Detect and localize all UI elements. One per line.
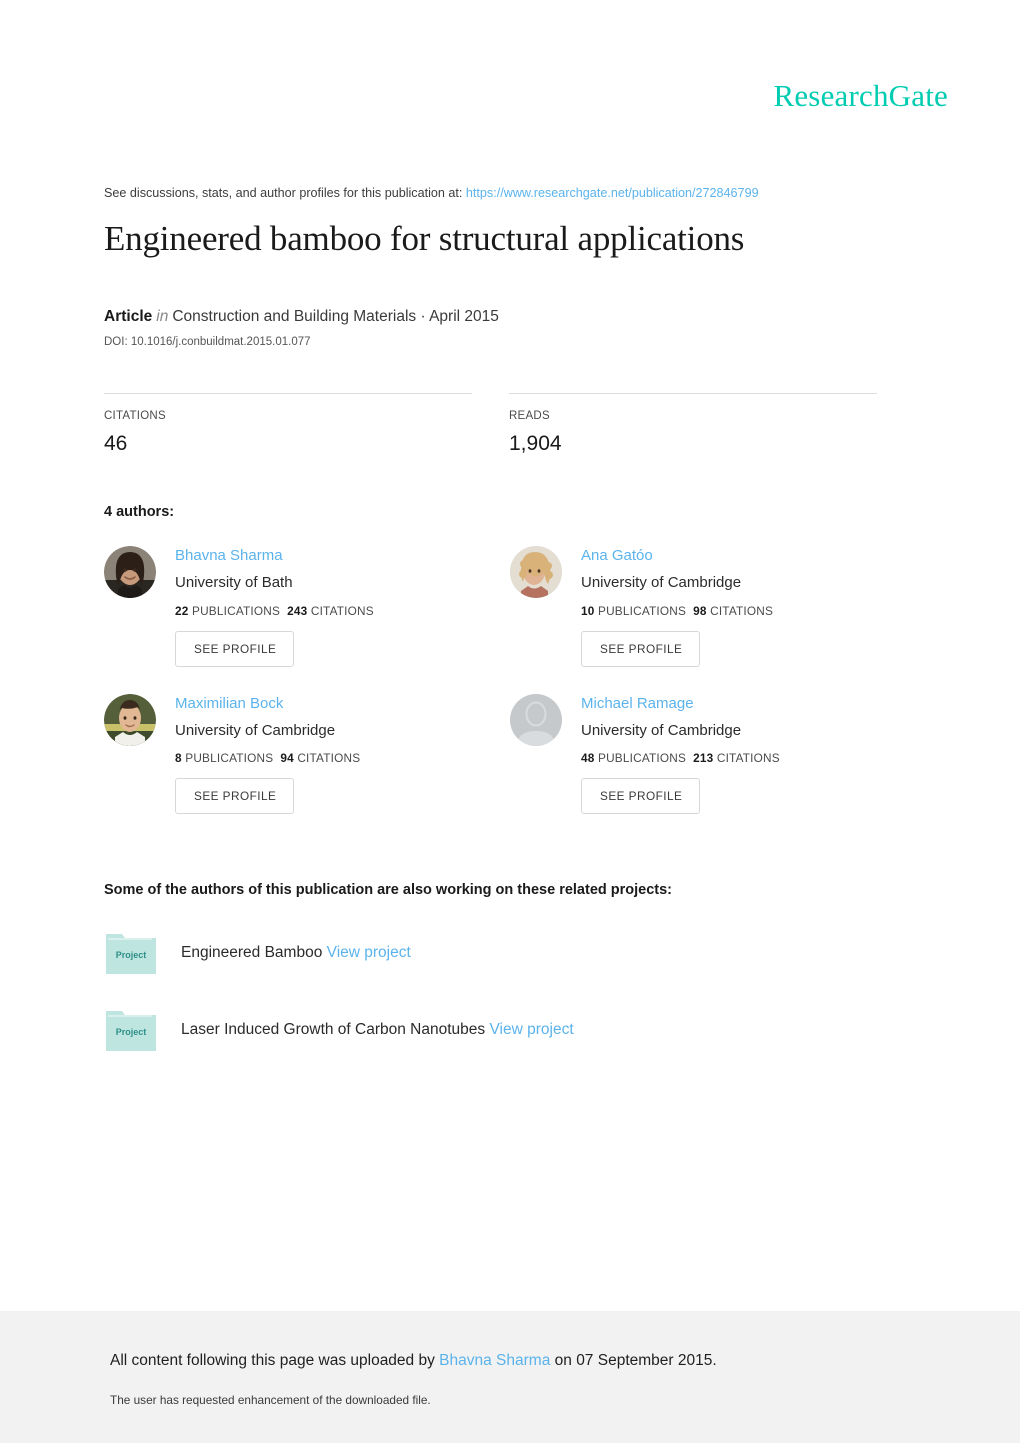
- publications-label: PUBLICATIONS: [598, 603, 687, 618]
- upload-prefix-text: All content following this page was uplo…: [110, 1352, 435, 1369]
- author-citations-count: 213: [693, 751, 714, 766]
- stat-label: CITATIONS: [104, 410, 166, 423]
- uploader-link[interactable]: Bhavna Sharma: [439, 1352, 550, 1369]
- project-text: Engineered Bamboo View project: [181, 944, 411, 963]
- citations-label: CITATIONS: [310, 603, 374, 618]
- stat-value: 46: [104, 432, 128, 456]
- avatar-photo-icon: [510, 546, 562, 599]
- project-title: Engineered Bamboo: [181, 944, 323, 962]
- publications-label: PUBLICATIONS: [185, 751, 274, 766]
- stat-reads: READS 1,904: [509, 393, 877, 456]
- project-row: Project Engineered Bamboo View project: [104, 930, 916, 976]
- see-profile-button[interactable]: SEE PROFILE: [175, 630, 295, 667]
- author-publications-count: 8: [175, 751, 182, 766]
- author-body: Ana Gatóo University of Cambridge 10 PUB…: [581, 546, 773, 667]
- author-affiliation: University of Cambridge: [581, 574, 742, 592]
- upload-suffix-text: on 07 September 2015.: [554, 1352, 717, 1369]
- author-publications-count: 10: [581, 603, 595, 618]
- avatar-photo-icon: [104, 546, 156, 599]
- author-stats: 48 PUBLICATIONS 213 CITATIONS: [581, 751, 780, 765]
- project-folder-icon[interactable]: Project: [104, 1007, 158, 1053]
- author-affiliation: University of Bath: [175, 574, 293, 592]
- projects-heading: Some of the authors of this publication …: [104, 882, 673, 899]
- publication-page: ResearchGate See discussions, stats, and…: [0, 0, 1020, 1443]
- citations-label: CITATIONS: [716, 751, 780, 766]
- author-stats: 10 PUBLICATIONS 98 CITATIONS: [581, 604, 773, 618]
- content-column: See discussions, stats, and author profi…: [104, 0, 916, 1053]
- view-project-link[interactable]: View project: [327, 944, 411, 961]
- author-card: Ana Gatóo University of Cambridge 10 PUB…: [510, 546, 916, 667]
- publications-label: PUBLICATIONS: [192, 603, 281, 618]
- avatar[interactable]: [104, 693, 156, 746]
- project-text: Laser Induced Growth of Carbon Nanotubes…: [181, 1021, 574, 1040]
- citations-label: CITATIONS: [710, 603, 774, 618]
- article-type-label: Article: [104, 308, 153, 326]
- view-project-link[interactable]: View project: [489, 1021, 573, 1038]
- article-doi: DOI: 10.1016/j.conbuildmat.2015.01.077: [104, 336, 311, 349]
- stat-citations: CITATIONS 46: [104, 393, 472, 456]
- author-publications-count: 22: [175, 603, 189, 618]
- author-citations-count: 94: [280, 751, 294, 766]
- page-title: Engineered bamboo for structural applica…: [104, 219, 745, 259]
- project-folder-icon[interactable]: Project: [104, 930, 158, 976]
- publications-label: PUBLICATIONS: [598, 751, 687, 766]
- author-affiliation: University of Cambridge: [581, 721, 742, 739]
- discussion-prefix-text: See discussions, stats, and author profi…: [104, 186, 463, 200]
- author-name-link[interactable]: Maximilian Bock: [175, 695, 360, 714]
- publication-url-link[interactable]: https://www.researchgate.net/publication…: [466, 186, 759, 200]
- author-affiliation: University of Cambridge: [175, 721, 336, 739]
- author-card: Michael Ramage University of Cambridge 4…: [510, 693, 916, 815]
- see-profile-button[interactable]: SEE PROFILE: [175, 778, 295, 815]
- upload-line: All content following this page was uplo…: [110, 1352, 717, 1371]
- svg-text:Project: Project: [116, 950, 147, 960]
- avatar[interactable]: [510, 546, 562, 599]
- stat-divider: [509, 393, 877, 395]
- svg-text:Project: Project: [116, 1027, 147, 1037]
- project-title: Laser Induced Growth of Carbon Nanotubes: [181, 1021, 486, 1039]
- author-stats: 22 PUBLICATIONS 243 CITATIONS: [175, 604, 374, 618]
- author-body: Michael Ramage University of Cambridge 4…: [581, 694, 780, 815]
- footer-bar: All content following this page was uplo…: [0, 1311, 1020, 1443]
- project-row: Project Laser Induced Growth of Carbon N…: [104, 1007, 916, 1053]
- stat-value: 1,904: [509, 432, 562, 456]
- authors-heading: 4 authors:: [104, 504, 175, 521]
- article-in-label: in: [156, 308, 169, 326]
- author-name-link[interactable]: Bhavna Sharma: [175, 547, 374, 566]
- article-venue: Construction and Building Materials · Ap…: [172, 308, 499, 326]
- see-profile-button[interactable]: SEE PROFILE: [581, 778, 701, 815]
- stat-label: READS: [509, 410, 550, 423]
- see-profile-button[interactable]: SEE PROFILE: [581, 630, 701, 667]
- footer-inner: All content following this page was uplo…: [110, 1311, 717, 1407]
- enhancement-note: The user has requested enhancement of th…: [110, 1392, 431, 1407]
- author-citations-count: 98: [693, 603, 707, 618]
- avatar[interactable]: [510, 693, 562, 746]
- author-stats: 8 PUBLICATIONS 94 CITATIONS: [175, 751, 360, 765]
- avatar-photo-icon: [104, 693, 156, 746]
- author-name-link[interactable]: Ana Gatóo: [581, 547, 773, 566]
- author-body: Bhavna Sharma University of Bath 22 PUBL…: [175, 546, 374, 667]
- discussion-line: See discussions, stats, and author profi…: [104, 186, 916, 201]
- authors-grid: Bhavna Sharma University of Bath 22 PUBL…: [104, 546, 916, 841]
- author-card: Bhavna Sharma University of Bath 22 PUBL…: [104, 546, 510, 667]
- author-card: Maximilian Bock University of Cambridge …: [104, 693, 510, 815]
- author-citations-count: 243: [287, 603, 308, 618]
- author-body: Maximilian Bock University of Cambridge …: [175, 694, 360, 815]
- avatar-placeholder-person-icon: [510, 693, 562, 746]
- avatar[interactable]: [104, 546, 156, 599]
- article-meta: Article in Construction and Building Mater…: [104, 307, 916, 328]
- author-publications-count: 48: [581, 751, 595, 766]
- stat-divider: [104, 393, 472, 395]
- author-name-link[interactable]: Michael Ramage: [581, 695, 780, 714]
- citations-label: CITATIONS: [297, 751, 361, 766]
- stats-row: CITATIONS 46 READS 1,904: [104, 393, 916, 456]
